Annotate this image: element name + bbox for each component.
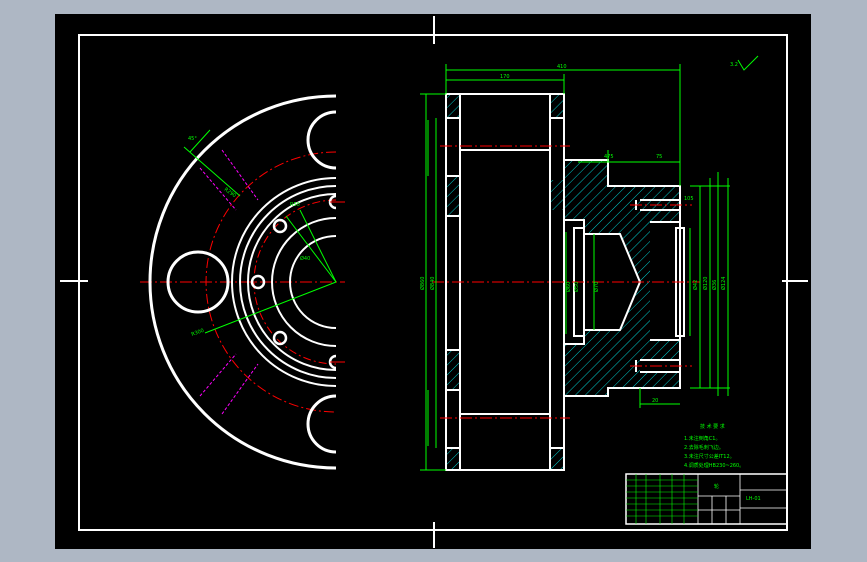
note-1: 1.未注倒角C1。 <box>684 435 720 442</box>
roughness-value: 3.2 <box>730 62 738 68</box>
dia-hub-r1: Ø120 <box>702 277 709 290</box>
dia-hub-4: Ø36 <box>711 280 718 290</box>
note-3: 3.未注尺寸公差IT12。 <box>684 453 735 460</box>
dim-hub-bottom: 20 <box>652 398 658 404</box>
cad-drawing-view[interactable]: 45° R290 R50 R300 Ø40 410 170 475 75 105… <box>0 0 867 562</box>
dim-hub-a: 475 <box>604 154 614 160</box>
notes-title: 技 术 要 求 <box>700 423 725 430</box>
dia-hub-1: Ø60 <box>565 282 572 292</box>
dim-rim-width: 170 <box>500 74 510 80</box>
dia-840: Ø840 <box>429 277 436 290</box>
title-block-drawing-no: LH-01 <box>746 496 761 502</box>
dim-overall: 410 <box>557 64 567 70</box>
note-4: 4.调质处理HB230~260。 <box>684 462 744 469</box>
dim-hub-b: 75 <box>656 154 662 160</box>
angle-label: 45° <box>188 136 197 142</box>
hole-label: Ø40 <box>300 255 310 262</box>
radius-label-2: R50 <box>290 202 300 208</box>
dim-hub-small: 105 <box>684 196 694 202</box>
dia-hub-r2: Ø124 <box>720 277 727 290</box>
dia-hub-3: Ø42 <box>692 280 699 290</box>
dia-860: Ø860 <box>419 277 426 290</box>
title-block-part-name: 轮 <box>714 483 719 490</box>
note-2: 2.去除毛刺飞边。 <box>684 444 724 451</box>
dia-bore: Ø70 <box>593 282 600 292</box>
dia-hub-2: Ø50 <box>573 282 580 292</box>
